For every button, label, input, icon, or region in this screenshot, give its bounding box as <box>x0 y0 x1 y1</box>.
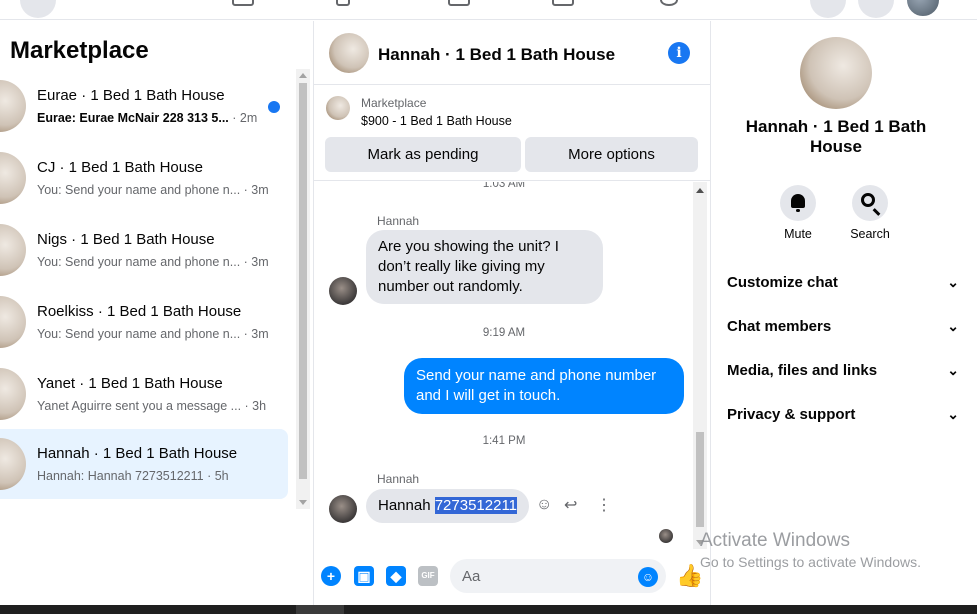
search-button[interactable]: Search <box>840 185 900 241</box>
activate-windows-subtext: Go to Settings to activate Windows. <box>700 554 921 570</box>
nav-icon-1[interactable] <box>232 0 254 6</box>
conversation-list-panel: Marketplace Eurae · 1 Bed 1 Bath House E… <box>0 21 313 605</box>
chevron-down-icon: ⌄ <box>947 318 959 334</box>
conversation-item-active[interactable]: Hannah · 1 Bed 1 Bath House Hannah: Hann… <box>0 429 288 499</box>
info-icon[interactable]: i <box>668 42 690 64</box>
sender-name: Hannah <box>377 214 420 228</box>
conversation-title: CJ · 1 Bed 1 Bath House <box>37 159 203 176</box>
avatar <box>0 80 26 132</box>
privacy-support-section[interactable]: Privacy & support ⌄ <box>727 406 959 428</box>
chat-info-panel: Hannah · 1 Bed 1 Bath House Mute Search … <box>712 21 977 605</box>
gif-icon[interactable]: GIF <box>418 566 438 586</box>
chevron-down-icon: ⌄ <box>947 274 959 290</box>
sender-avatar[interactable] <box>329 277 357 305</box>
more-options-button[interactable]: More options <box>525 137 698 172</box>
react-emoji-icon[interactable]: ☺ <box>536 496 552 514</box>
chat-members-section[interactable]: Chat members ⌄ <box>727 318 959 340</box>
grid-menu-icon[interactable] <box>810 0 846 18</box>
conversation-snippet: Hannah: Hannah 7273512211 · 5h <box>37 469 229 483</box>
conversation-title: Roelkiss · 1 Bed 1 Bath House <box>37 303 242 320</box>
chevron-down-icon: ⌄ <box>947 362 959 378</box>
conversation-list-scrollbar[interactable] <box>296 69 310 509</box>
conversation-title: Yanet · 1 Bed 1 Bath House <box>37 375 223 392</box>
incoming-message[interactable]: Hannah 7273512211 <box>366 489 530 523</box>
sender-name: Hannah <box>377 472 420 486</box>
avatar <box>0 152 26 204</box>
chevron-down-icon: ⌄ <box>947 406 959 422</box>
activate-windows-watermark: Activate Windows <box>700 530 850 551</box>
mute-label: Mute <box>784 227 812 241</box>
conversation-item[interactable]: Roelkiss · 1 Bed 1 Bath House You: Send … <box>0 289 288 359</box>
message-input[interactable] <box>450 559 666 593</box>
scroll-down-arrow[interactable] <box>299 500 307 505</box>
scrollbar-thumb[interactable] <box>696 432 704 527</box>
nav-icon-2[interactable] <box>336 0 350 6</box>
reply-icon[interactable]: ↩ <box>564 495 577 515</box>
media-files-links-section[interactable]: Media, files and links ⌄ <box>727 362 959 384</box>
message-composer: + ▣ ◆ GIF ☺ 👍 <box>314 553 710 599</box>
timestamp: 9:19 AM <box>482 327 526 339</box>
conversation-item[interactable]: Nigs · 1 Bed 1 Bath House You: Send your… <box>0 217 288 287</box>
mark-as-pending-button[interactable]: Mark as pending <box>325 137 521 172</box>
avatar <box>0 368 26 420</box>
messenger-icon[interactable] <box>858 0 894 18</box>
mute-button[interactable]: Mute <box>768 185 828 241</box>
page-title: Marketplace <box>10 37 149 64</box>
profile-avatar[interactable] <box>800 37 872 109</box>
listing-price-title[interactable]: $900 - 1 Bed 1 Bath House <box>361 114 512 128</box>
conversation-item[interactable]: Eurae · 1 Bed 1 Bath House Eurae: Eurae … <box>0 73 288 143</box>
top-nav-bar <box>0 0 977 20</box>
taskbar-item[interactable] <box>296 605 344 614</box>
nav-icon-5[interactable] <box>660 0 678 6</box>
listing-source: Marketplace <box>361 96 427 110</box>
conversation-title: Hannah · 1 Bed 1 Bath House <box>37 445 238 462</box>
chat-panel: Hannah · 1 Bed 1 Bath House i Marketplac… <box>313 21 711 605</box>
search-label: Search <box>850 227 890 241</box>
incoming-message[interactable]: Are you showing the unit? I don’t really… <box>366 230 603 304</box>
message-thread: 1:03 AM Hannah Are you showing the unit?… <box>314 182 710 549</box>
timestamp: 1:41 PM <box>482 435 526 447</box>
scroll-up-arrow[interactable] <box>299 73 307 78</box>
seen-indicator-avatar <box>659 529 673 543</box>
account-avatar[interactable] <box>905 0 941 18</box>
outgoing-message[interactable]: Send your name and phone number and I wi… <box>404 358 684 414</box>
avatar <box>0 296 26 348</box>
marketplace-listing-card: Marketplace $900 - 1 Bed 1 Bath House Ma… <box>314 86 710 181</box>
avatar <box>0 224 26 276</box>
more-actions-icon[interactable]: ⋮ <box>596 495 612 515</box>
chat-header: Hannah · 1 Bed 1 Bath House i <box>314 21 710 85</box>
conversation-snippet: Eurae: Eurae McNair 228 313 5... · 2m <box>37 111 258 125</box>
conversation-item[interactable]: CJ · 1 Bed 1 Bath House You: Send your n… <box>0 145 288 215</box>
windows-taskbar <box>0 605 977 614</box>
scroll-up-arrow[interactable] <box>696 188 704 193</box>
sticker-icon[interactable]: ◆ <box>386 566 406 586</box>
avatar <box>0 438 26 490</box>
thread-scrollbar[interactable] <box>693 182 707 549</box>
menu-button[interactable] <box>20 0 56 18</box>
profile-name: Hannah · 1 Bed 1 Bath House <box>745 117 927 156</box>
conversation-snippet: Yanet Aguirre sent you a message ... · 3… <box>37 399 267 413</box>
conversation-title: Eurae · 1 Bed 1 Bath House <box>37 87 225 104</box>
conversation-item[interactable]: Yanet · 1 Bed 1 Bath House Yanet Aguirre… <box>0 361 288 431</box>
nav-icon-4[interactable] <box>552 0 574 6</box>
conversation-snippet: You: Send your name and phone n... · 3m <box>37 327 269 341</box>
chat-avatar[interactable] <box>329 33 369 73</box>
timestamp: 1:03 AM <box>482 182 526 190</box>
bell-icon <box>791 194 805 212</box>
search-icon <box>861 193 875 207</box>
chat-title[interactable]: Hannah · 1 Bed 1 Bath House <box>378 45 615 65</box>
selected-text: 7273512211 <box>434 497 518 514</box>
scrollbar-thumb[interactable] <box>299 83 307 479</box>
unread-indicator <box>268 101 280 113</box>
conversation-snippet: You: Send your name and phone n... · 3m <box>37 183 269 197</box>
emoji-icon[interactable]: ☺ <box>638 567 658 587</box>
conversation-title: Nigs · 1 Bed 1 Bath House <box>37 231 215 248</box>
listing-thumbnail[interactable] <box>326 96 350 120</box>
photo-icon[interactable]: ▣ <box>354 566 374 586</box>
sender-avatar[interactable] <box>329 495 357 523</box>
conversation-snippet: You: Send your name and phone n... · 3m <box>37 255 269 269</box>
nav-icon-3[interactable] <box>448 0 470 6</box>
customize-chat-section[interactable]: Customize chat ⌄ <box>727 274 959 296</box>
plus-icon[interactable]: + <box>321 566 341 586</box>
